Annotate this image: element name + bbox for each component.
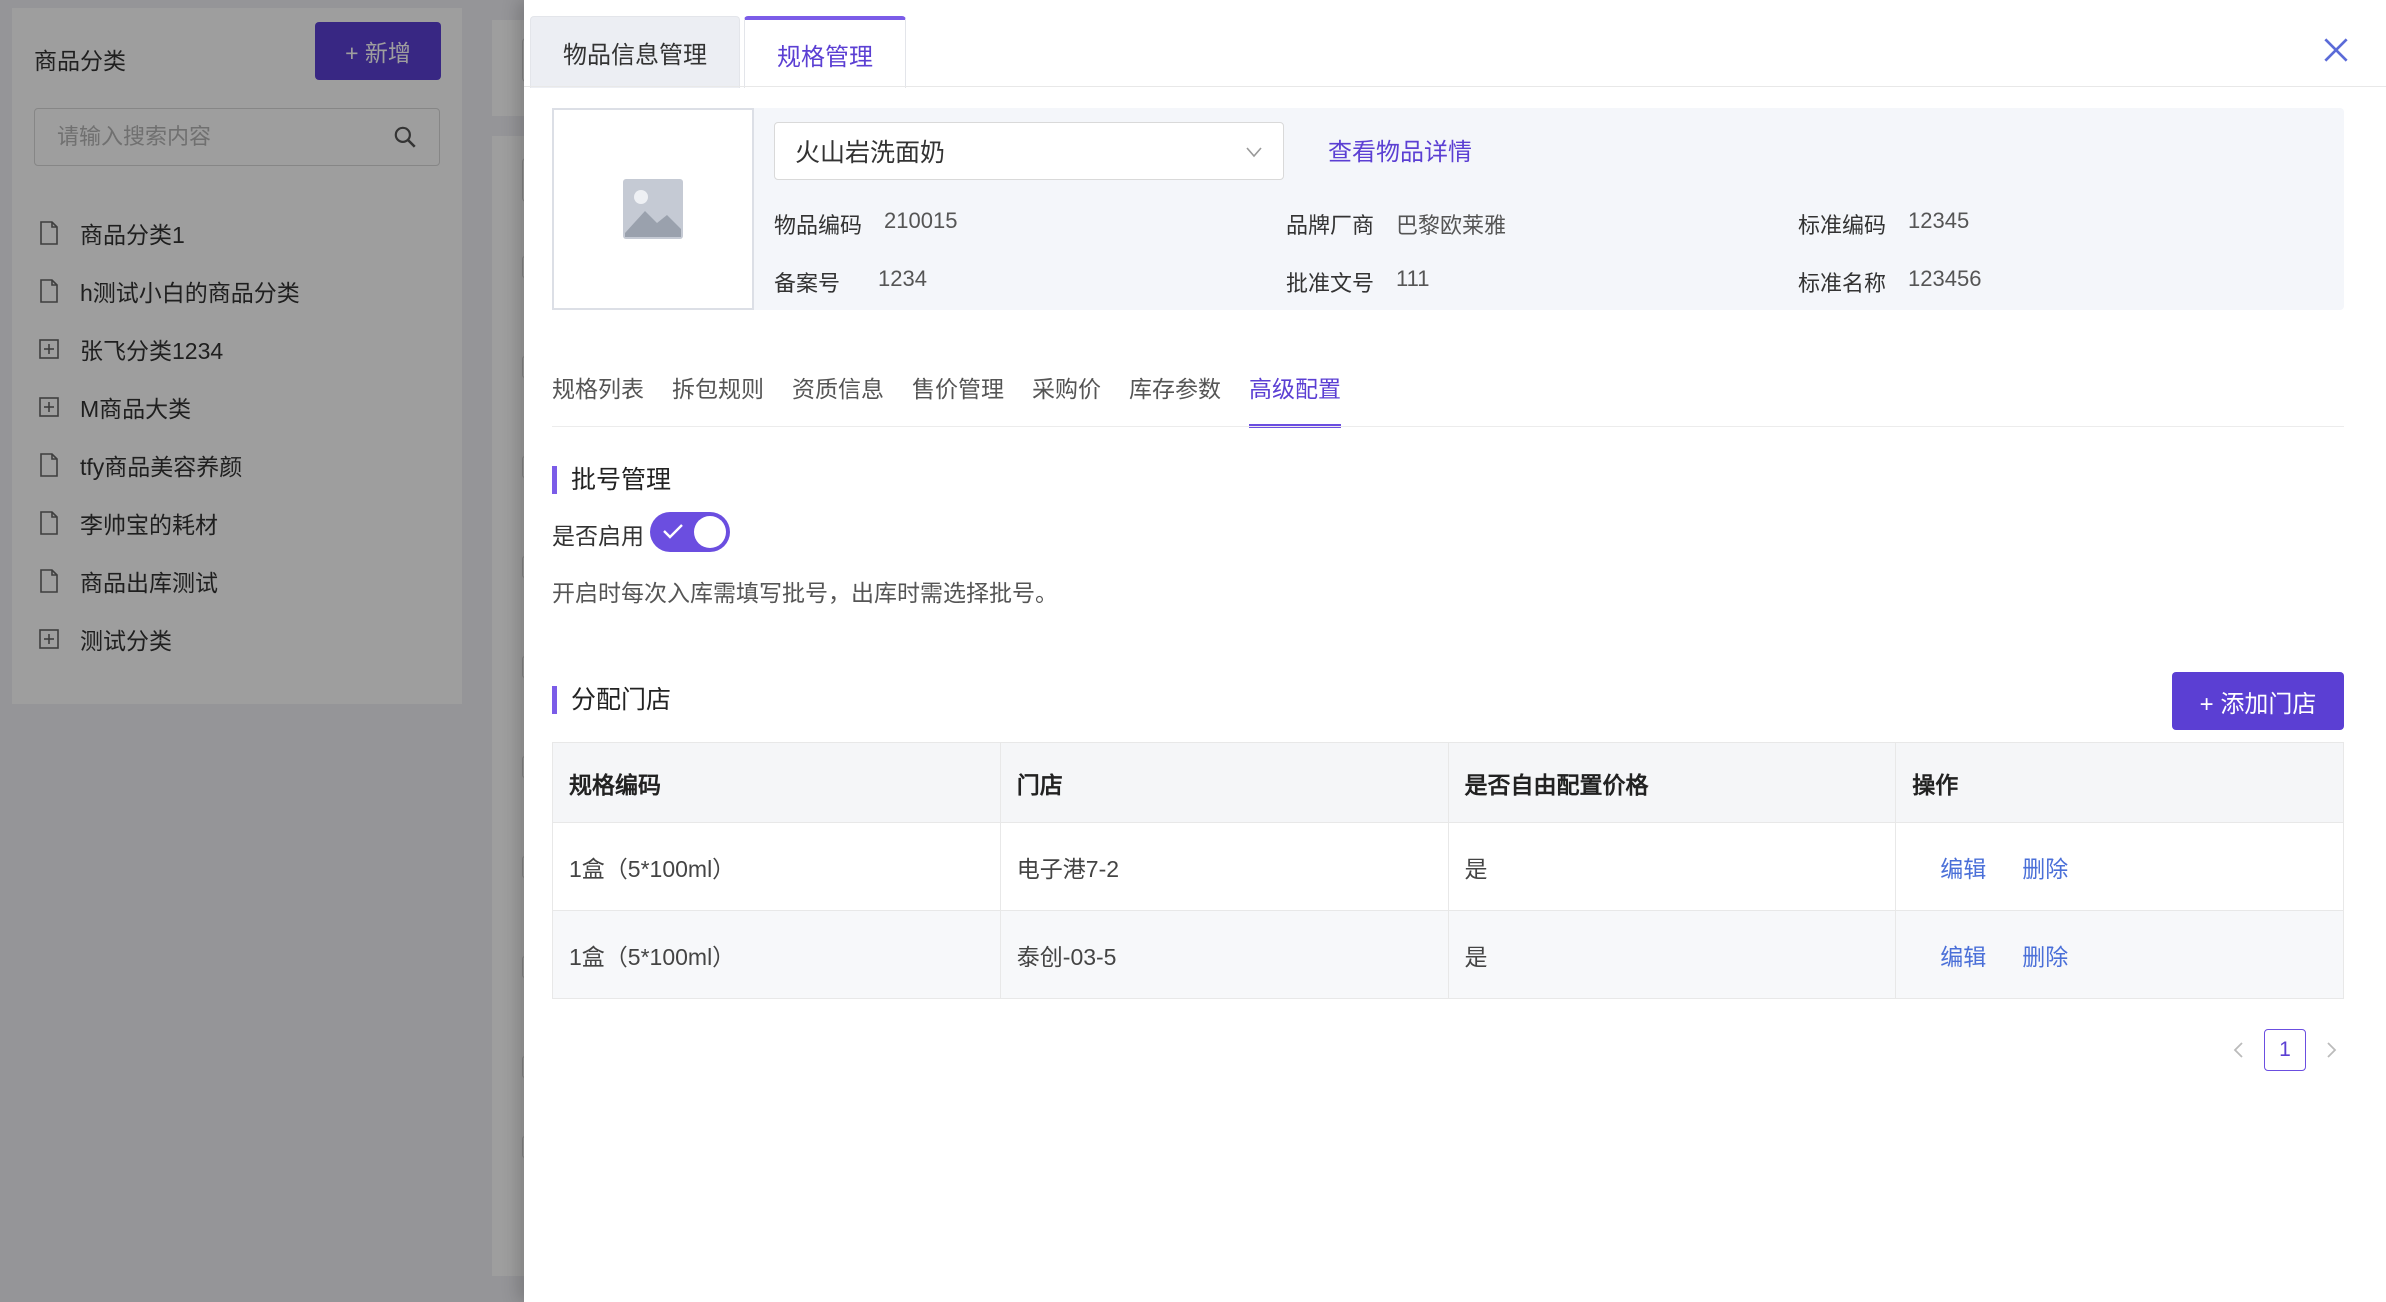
subtab-divider (552, 426, 2344, 427)
stores-section-title: 分配门店 (552, 686, 671, 714)
toggle-knob (694, 516, 726, 548)
spec-subtabs: 规格列表 拆包规则 资质信息 售价管理 采购价 库存参数 高级配置 (552, 356, 1369, 428)
field-standard-code: 标准编码 12345 (1798, 208, 1970, 238)
product-select-value: 火山岩洗面奶 (795, 139, 946, 167)
cell-actions: 编辑 删除 (1895, 910, 2344, 999)
field-standard-name: 标准名称 123456 (1798, 266, 1982, 296)
cell-free-price: 是 (1447, 910, 1897, 999)
cell-free-price: 是 (1447, 822, 1897, 911)
close-icon[interactable] (2320, 34, 2352, 66)
cell-store: 泰创-03-5 (999, 910, 1449, 999)
table-header-row: 规格编码 门店 是否自由配置价格 操作 (552, 742, 2344, 823)
prev-page-button[interactable] (2224, 1035, 2254, 1065)
product-info-panel: 火山岩洗面奶 查看物品详情 物品编码 210015 品牌厂商 巴黎欧莱雅 标准编码 1… (552, 108, 2344, 310)
batch-section-title: 批号管理 (552, 466, 671, 494)
field-record-number: 备案号 1234 (774, 266, 927, 296)
subtab-unpack-rules[interactable]: 拆包规则 (672, 356, 764, 428)
spec-drawer: 物品信息管理 规格管理 火山岩洗面奶 查看物品详情 物品编码 210015 品牌厂… (524, 0, 2386, 1302)
field-approval-number: 批准文号 111 (1286, 266, 1430, 296)
cell-actions: 编辑 删除 (1895, 822, 2344, 911)
subtab-stock-params[interactable]: 库存参数 (1129, 356, 1221, 428)
page-number-current[interactable]: 1 (2264, 1029, 2306, 1071)
product-select[interactable]: 火山岩洗面奶 (774, 122, 1284, 180)
column-header: 规格编码 (552, 742, 1001, 823)
drawer-tabs: 物品信息管理 规格管理 (530, 14, 910, 88)
subtab-qualification[interactable]: 资质信息 (792, 356, 884, 428)
enable-label: 是否启用 (552, 523, 644, 549)
check-icon (663, 524, 683, 539)
product-image-placeholder[interactable] (552, 108, 754, 310)
pagination: 1 (2224, 1028, 2346, 1072)
store-table: 规格编码 门店 是否自由配置价格 操作 1盒（5*100ml） 电子港7-2 是… (552, 742, 2344, 999)
field-product-code: 物品编码 210015 (774, 208, 958, 238)
table-row: 1盒（5*100ml） 泰创-03-5 是 编辑 删除 (552, 910, 2344, 999)
cell-store: 电子港7-2 (999, 822, 1449, 911)
delete-link[interactable]: 删除 (2022, 856, 2068, 882)
image-icon (623, 179, 683, 239)
view-product-detail-link[interactable]: 查看物品详情 (1328, 132, 1472, 167)
tab-spec-management[interactable]: 规格管理 (744, 16, 906, 88)
chevron-right-icon (2327, 1042, 2337, 1058)
edit-link[interactable]: 编辑 (1940, 944, 1986, 970)
column-header: 门店 (999, 742, 1449, 823)
cell-spec-code: 1盒（5*100ml） (552, 822, 1001, 911)
column-header: 是否自由配置价格 (1447, 742, 1897, 823)
next-page-button[interactable] (2316, 1035, 2346, 1065)
delete-link[interactable]: 删除 (2022, 944, 2068, 970)
add-store-button[interactable]: + 添加门店 (2172, 672, 2344, 730)
edit-link[interactable]: 编辑 (1940, 856, 1986, 882)
tab-item-info[interactable]: 物品信息管理 (530, 16, 740, 88)
column-header: 操作 (1895, 742, 2344, 823)
tab-divider (524, 86, 2386, 87)
cell-spec-code: 1盒（5*100ml） (552, 910, 1001, 999)
subtab-advanced-config[interactable]: 高级配置 (1249, 356, 1341, 428)
subtab-spec-list[interactable]: 规格列表 (552, 356, 644, 428)
batch-hint-text: 开启时每次入库需填写批号，出库时需选择批号。 (552, 580, 1058, 606)
table-row: 1盒（5*100ml） 电子港7-2 是 编辑 删除 (552, 822, 2344, 911)
subtab-purchase-price[interactable]: 采购价 (1032, 356, 1101, 428)
batch-enable-toggle[interactable] (650, 512, 730, 552)
chevron-down-icon (1246, 147, 1262, 158)
field-brand: 品牌厂商 巴黎欧莱雅 (1286, 213, 1507, 238)
subtab-sale-price[interactable]: 售价管理 (912, 356, 1004, 428)
chevron-left-icon (2233, 1042, 2243, 1058)
